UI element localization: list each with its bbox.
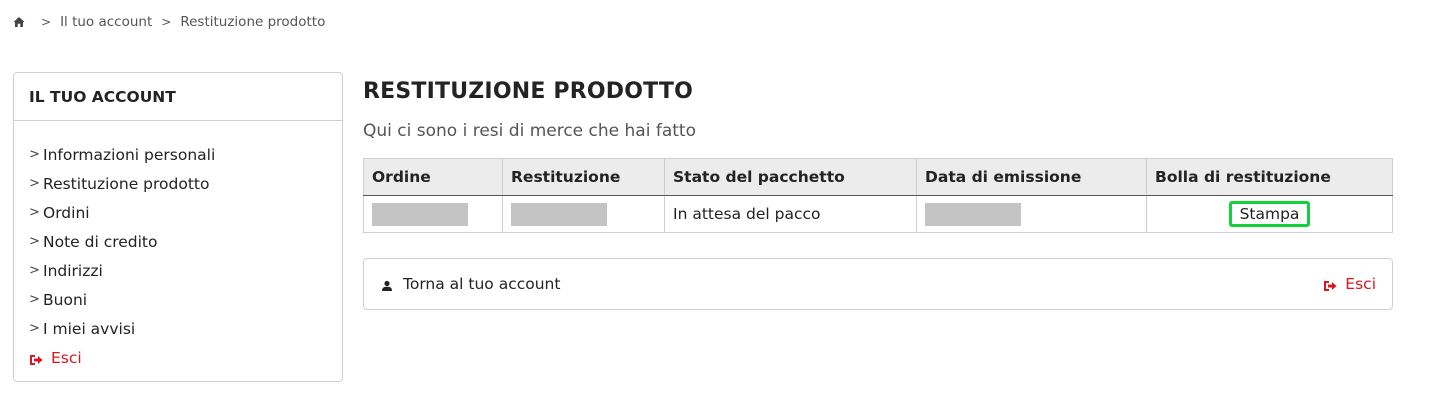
sidebar-title: IL TUO ACCOUNT (14, 73, 342, 121)
breadcrumb-current: Restituzione prodotto (180, 14, 326, 30)
home-icon[interactable] (13, 16, 25, 28)
sign-out-icon (29, 352, 43, 365)
sidebar-item-label: I miei avvisi (43, 319, 136, 338)
logout-label: Esci (1345, 275, 1376, 293)
chevron-right-icon: > (29, 176, 40, 191)
sidebar-item-label: Note di credito (43, 232, 158, 251)
order-cell (363, 195, 503, 233)
page-subtitle: Qui ci sono i resi di merce che hai fatt… (363, 121, 696, 141)
sidebar-item-label: Restituzione prodotto (43, 174, 210, 193)
breadcrumb-account-link[interactable]: Il tuo account (60, 14, 152, 30)
column-header-order: Ordine (363, 158, 503, 196)
column-header-issue-date: Data di emissione (916, 158, 1147, 196)
chevron-right-icon: > (41, 15, 52, 29)
chevron-right-icon: > (29, 234, 40, 249)
sidebar-menu: > Informazioni personali > Restituzione pr… (14, 121, 342, 372)
back-to-account-link[interactable]: Torna al tuo account (380, 275, 560, 293)
table-row: In attesa del pacco Stampa (363, 195, 1393, 233)
issue-date-cell (916, 195, 1147, 233)
logout-label: Esci (51, 348, 82, 367)
redacted-block (925, 202, 1021, 226)
column-header-return-slip: Bolla di restituzione (1146, 158, 1393, 196)
column-header-package-status: Stato del pacchetto (664, 158, 917, 196)
sidebar-item-label: Ordini (43, 203, 90, 222)
breadcrumb: > Il tuo account > Restituzione prodotto (13, 13, 325, 31)
page-title: RESTITUZIONE PRODOTTO (363, 79, 693, 104)
package-status-cell: In attesa del pacco (664, 195, 917, 233)
sidebar-item-label: Buoni (43, 290, 88, 309)
account-sidebar: IL TUO ACCOUNT > Informazioni personali >… (13, 72, 343, 382)
redacted-block (511, 202, 607, 226)
user-icon (381, 278, 393, 291)
sidebar-item-label: Indirizzi (43, 261, 103, 280)
returns-table: Ordine Restituzione Stato del pacchetto … (363, 158, 1393, 233)
sidebar-item-product-return[interactable]: > Restituzione prodotto (29, 169, 342, 198)
back-to-account-label: Torna al tuo account (403, 275, 561, 293)
sidebar-item-alerts[interactable]: > I miei avvisi (29, 314, 342, 343)
sidebar-item-personal-info[interactable]: > Informazioni personali (29, 140, 342, 169)
chevron-right-icon: > (29, 292, 40, 307)
sidebar-item-label: Informazioni personali (43, 145, 216, 164)
sidebar-item-orders[interactable]: > Ordini (29, 198, 342, 227)
return-slip-cell: Stampa (1146, 195, 1393, 233)
column-header-return: Restituzione (502, 158, 665, 196)
chevron-right-icon: > (29, 147, 40, 162)
sidebar-logout-link[interactable]: Esci (29, 343, 342, 372)
chevron-right-icon: > (29, 263, 40, 278)
main-content: RESTITUZIONE PRODOTTO Qui ci sono i resi… (363, 72, 1393, 310)
account-footer: Torna al tuo account Esci (363, 258, 1393, 310)
footer-logout-link[interactable]: Esci (1323, 275, 1376, 293)
table-header-row: Ordine Restituzione Stato del pacchetto … (363, 158, 1393, 196)
redacted-block (372, 202, 468, 226)
chevron-right-icon: > (29, 205, 40, 220)
chevron-right-icon: > (161, 15, 172, 29)
sign-out-icon (1323, 278, 1337, 291)
return-cell (502, 195, 665, 233)
sidebar-item-addresses[interactable]: > Indirizzi (29, 256, 342, 285)
sidebar-item-vouchers[interactable]: > Buoni (29, 285, 342, 314)
chevron-right-icon: > (29, 321, 40, 336)
print-button[interactable]: Stampa (1228, 201, 1311, 227)
sidebar-item-credit-notes[interactable]: > Note di credito (29, 227, 342, 256)
